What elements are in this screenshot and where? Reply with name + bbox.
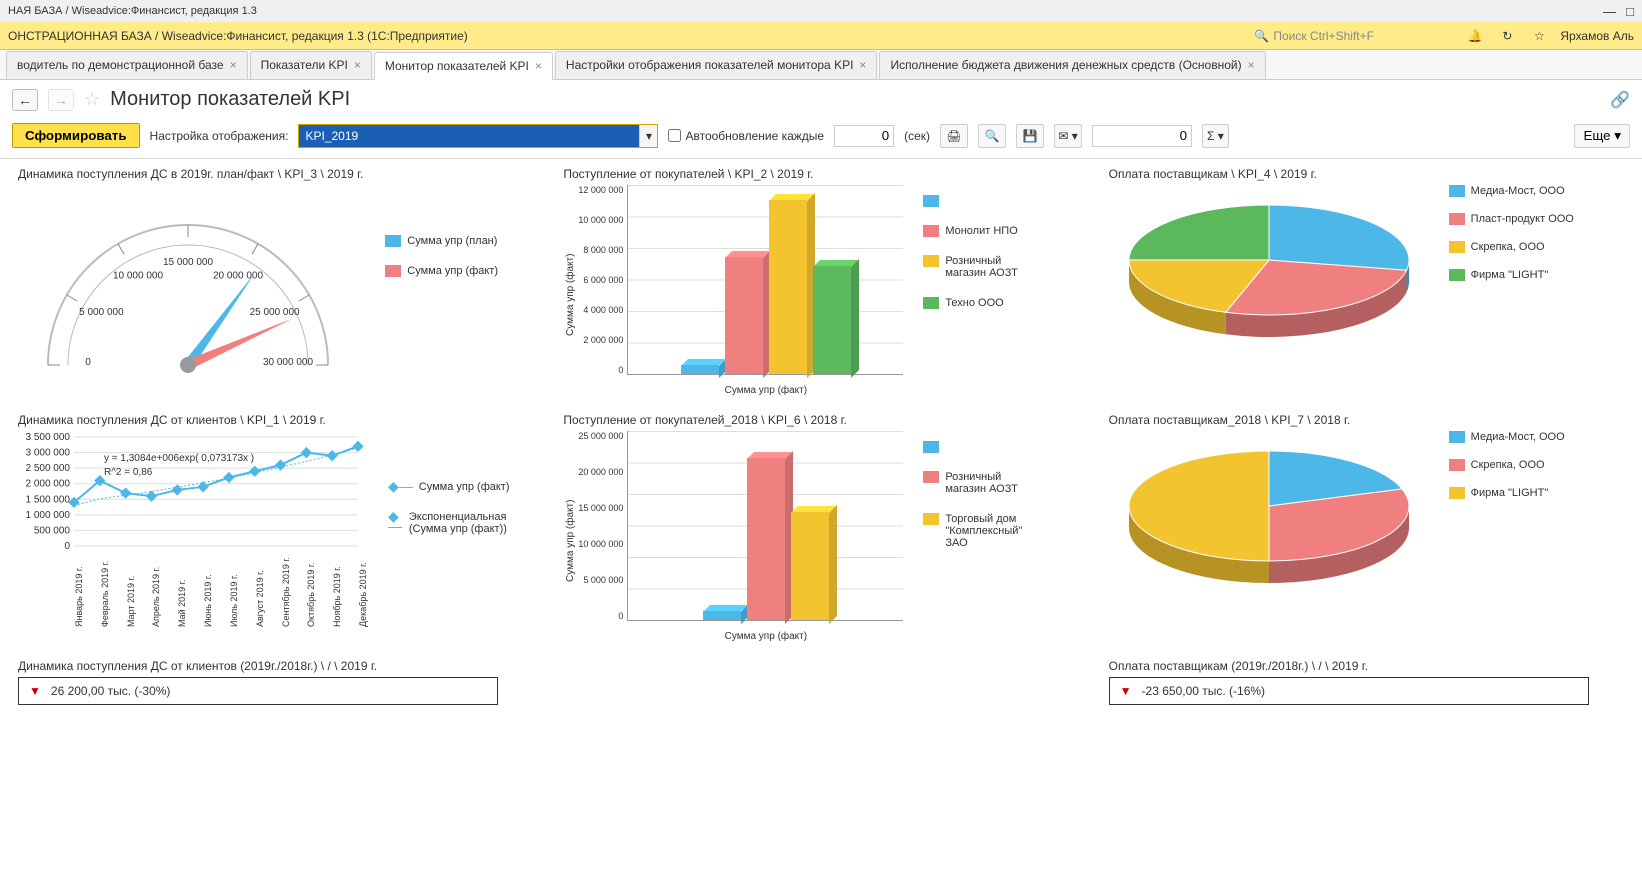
- tab[interactable]: Монитор показателей KPI×: [374, 52, 553, 80]
- page-title: Монитор показателей KPI: [110, 88, 350, 111]
- panel-bar-2018: Поступление от покупателей_2018 \ KPI_6 …: [563, 413, 1078, 651]
- tab[interactable]: Показатели KPI×: [250, 51, 372, 79]
- more-button[interactable]: Еще ▾: [1574, 124, 1630, 148]
- svg-text:3 500 000: 3 500 000: [26, 432, 71, 443]
- maximize-icon[interactable]: □: [1626, 4, 1634, 19]
- chevron-down-icon[interactable]: ▾: [639, 125, 657, 147]
- display-setting-label: Настройка отображения:: [150, 129, 289, 143]
- command-bar: Сформировать Настройка отображения: ▾ Ав…: [0, 119, 1642, 159]
- display-setting-select[interactable]: ▾: [298, 124, 658, 148]
- tab[interactable]: водитель по демонстрационной базе×: [6, 51, 248, 79]
- panel-pie-2018: Оплата поставщикам_2018 \ KPI_7 \ 2018 г…: [1109, 413, 1624, 651]
- close-icon[interactable]: ×: [535, 59, 542, 73]
- link-icon[interactable]: 🔗: [1610, 90, 1630, 110]
- svg-text:0: 0: [85, 357, 91, 368]
- summary-box: ▼ 26 200,00 тыс. (-30%): [18, 677, 498, 705]
- panel-bar-2019: Поступление от покупателей \ KPI_2 \ 201…: [563, 167, 1078, 405]
- window-title: НАЯ БАЗА / Wiseadvice:Финансист, редакци…: [8, 5, 257, 17]
- panel-title: Динамика поступления ДС в 2019г. план/фа…: [18, 167, 533, 181]
- mail-button[interactable]: ✉ ▾: [1054, 124, 1082, 148]
- summary-box: ▼ -23 650,00 тыс. (-16%): [1109, 677, 1589, 705]
- favorite-toggle[interactable]: ☆: [84, 89, 100, 110]
- triangle-down-icon: ▼: [1120, 684, 1132, 698]
- line-chart: 0 500 000 1 000 000 1 500 000 2 000 000 2 500…: [18, 431, 368, 556]
- close-icon[interactable]: ×: [230, 58, 237, 72]
- svg-text:2 500 000: 2 500 000: [26, 463, 71, 474]
- panel-title: Динамика поступления ДС от клиентов \ KP…: [18, 413, 533, 427]
- svg-text:15 000 000: 15 000 000: [163, 257, 213, 268]
- svg-text:1 000 000: 1 000 000: [26, 510, 71, 521]
- minimize-icon[interactable]: —: [1603, 4, 1616, 19]
- pie-chart: [1109, 185, 1429, 345]
- svg-text:20 000 000: 20 000 000: [213, 270, 263, 281]
- tab[interactable]: Настройки отображения показателей монито…: [555, 51, 878, 79]
- panel-title: Оплата поставщикам \ KPI_4 \ 2019 г.: [1109, 167, 1624, 181]
- autoupdate-interval[interactable]: [834, 125, 894, 147]
- print-button[interactable]: 🖨: [940, 124, 968, 148]
- bell-icon[interactable]: 🔔: [1464, 25, 1486, 47]
- panel-title: Поступление от покупателей \ KPI_2 \ 201…: [563, 167, 1078, 181]
- autoupdate-label: Автообновление каждые: [685, 129, 824, 143]
- panel-line: Динамика поступления ДС от клиентов \ KP…: [18, 413, 533, 651]
- svg-text:2 000 000: 2 000 000: [26, 479, 71, 490]
- svg-text:5 000 000: 5 000 000: [79, 307, 124, 318]
- autoupdate-checkbox[interactable]: [668, 129, 681, 142]
- save-button[interactable]: 💾: [1016, 124, 1044, 148]
- breadcrumb: ОНСТРАЦИОННАЯ БАЗА / Wiseadvice:Финансис…: [8, 29, 468, 43]
- panel-title: Оплата поставщикам (2019г./2018г.) \ / \…: [1109, 659, 1624, 673]
- close-icon[interactable]: ×: [859, 58, 866, 72]
- svg-text:R^2 = 0,86: R^2 = 0,86: [104, 467, 153, 478]
- close-icon[interactable]: ×: [1248, 58, 1255, 72]
- search-placeholder: Поиск Ctrl+Shift+F: [1273, 29, 1374, 43]
- svg-text:30 000 000: 30 000 000: [263, 357, 313, 368]
- sigma-button[interactable]: Σ ▾: [1202, 124, 1229, 148]
- panel-summary-2: Оплата поставщикам (2019г./2018г.) \ / \…: [1109, 659, 1624, 705]
- svg-text:y = 1,3084e+006exp( 0,073173: y = 1,3084e+006exp( 0,073173x ): [104, 453, 254, 464]
- window-titlebar: НАЯ БАЗА / Wiseadvice:Финансист, редакци…: [0, 0, 1642, 22]
- close-icon[interactable]: ×: [354, 58, 361, 72]
- panel-summary-1: Динамика поступления ДС от клиентов (201…: [18, 659, 533, 705]
- triangle-down-icon: ▼: [29, 684, 41, 698]
- panel-pie-2019: Оплата поставщикам \ KPI_4 \ 2019 г. Мед…: [1109, 167, 1624, 405]
- number-field[interactable]: [1092, 125, 1192, 147]
- gauge-chart: 0 5 000 000 10 000 00015 000 00020 000 000…: [18, 185, 358, 385]
- history-icon[interactable]: ↻: [1496, 25, 1518, 47]
- svg-text:1 500 000: 1 500 000: [26, 494, 71, 505]
- generate-button[interactable]: Сформировать: [12, 123, 140, 148]
- panel-title: Поступление от покупателей_2018 \ KPI_6 …: [563, 413, 1078, 427]
- panel-gauge: Динамика поступления ДС в 2019г. план/фа…: [18, 167, 533, 405]
- forward-button[interactable]: →: [48, 89, 74, 111]
- sec-label: (сек): [904, 129, 930, 143]
- svg-text:0: 0: [64, 541, 70, 552]
- display-setting-value[interactable]: [299, 125, 639, 147]
- svg-text:25 000 000: 25 000 000: [250, 307, 300, 318]
- preview-button[interactable]: 🔍: [978, 124, 1006, 148]
- app-header: ОНСТРАЦИОННАЯ БАЗА / Wiseadvice:Финансис…: [0, 22, 1642, 50]
- dashboard-grid: Динамика поступления ДС в 2019г. план/фа…: [0, 159, 1642, 713]
- summary-text: 26 200,00 тыс. (-30%): [51, 684, 171, 698]
- svg-text:3 000 000: 3 000 000: [26, 448, 71, 459]
- page-header: ← → ☆ Монитор показателей KPI 🔗: [0, 80, 1642, 119]
- svg-text:10 000 000: 10 000 000: [113, 270, 163, 281]
- svg-text:500 000: 500 000: [34, 525, 71, 536]
- tab[interactable]: Исполнение бюджета движения денежных сре…: [879, 51, 1265, 79]
- y-axis-label: Сумма упр (факт): [563, 431, 578, 651]
- search-input[interactable]: 🔍 Поиск Ctrl+Shift+F: [1254, 29, 1454, 43]
- pie-chart: [1109, 431, 1429, 591]
- panel-title: Динамика поступления ДС от клиентов (201…: [18, 659, 533, 673]
- y-axis-label: Сумма упр (факт): [563, 185, 578, 405]
- back-button[interactable]: ←: [12, 89, 38, 111]
- search-icon: 🔍: [1254, 29, 1269, 43]
- user-label[interactable]: Ярхамов Аль: [1560, 29, 1634, 43]
- summary-text: -23 650,00 тыс. (-16%): [1142, 684, 1266, 698]
- star-icon[interactable]: ☆: [1528, 25, 1550, 47]
- tabs-bar: водитель по демонстрационной базе×Показа…: [0, 50, 1642, 80]
- panel-title: Оплата поставщикам_2018 \ KPI_7 \ 2018 г…: [1109, 413, 1624, 427]
